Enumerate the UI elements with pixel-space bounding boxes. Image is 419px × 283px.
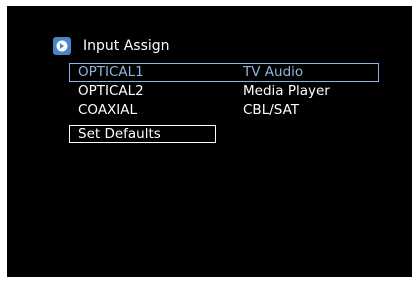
osd-screen: Input Assign OPTICAL1 TV Audio OPTICAL2 … <box>7 6 412 277</box>
source-label: OPTICAL2 <box>78 83 144 99</box>
source-label: COAXIAL <box>78 102 138 118</box>
page-title: Input Assign <box>83 38 170 54</box>
arrow-right-icon-glyph <box>56 40 68 52</box>
list-item-optical2[interactable]: OPTICAL2 Media Player <box>69 82 379 101</box>
list-item-coaxial[interactable]: COAXIAL CBL/SAT <box>69 101 379 120</box>
menu-header: Input Assign <box>53 35 170 57</box>
arrow-right-icon <box>53 37 71 55</box>
assignment-value: TV Audio <box>243 64 304 80</box>
input-assign-list: OPTICAL1 TV Audio OPTICAL2 Media Player … <box>69 63 379 120</box>
list-item-optical1[interactable]: OPTICAL1 TV Audio <box>69 63 379 82</box>
source-label: OPTICAL1 <box>78 64 144 80</box>
set-defaults-button[interactable]: Set Defaults <box>69 125 216 143</box>
assignment-value: Media Player <box>243 83 330 99</box>
assignment-value: CBL/SAT <box>243 102 300 118</box>
